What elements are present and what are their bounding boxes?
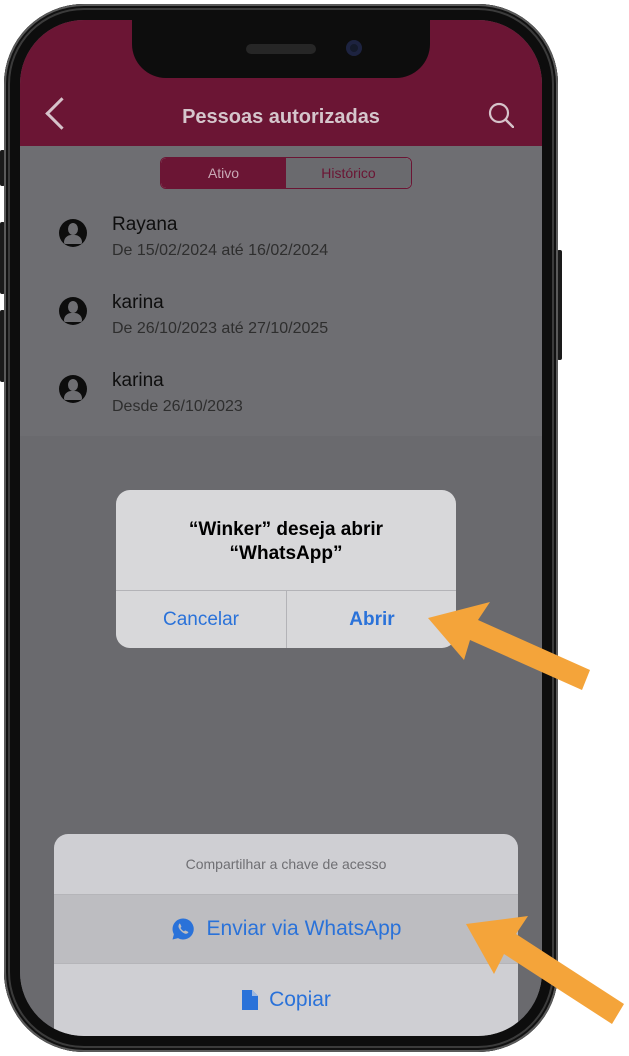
list-item[interactable]: karina Desde 26/10/2023 [20,356,542,432]
person-name: Rayana [112,214,178,235]
notch [132,20,430,78]
segmented-control: Ativo Histórico [160,157,412,189]
alert-title-line2: “WhatsApp” [229,543,343,564]
arrow-icon [428,602,590,690]
speaker [246,44,316,54]
access-period: Desde 26/10/2023 [112,398,243,415]
list-item[interactable]: karina De 26/10/2023 até 27/10/2025 [20,278,542,354]
sheet-title: Compartilhar a chave de acesso [185,856,387,872]
send-whatsapp-button[interactable]: Enviar via WhatsApp [54,895,518,963]
page-title: Pessoas autorizadas [182,106,380,128]
cancel-button[interactable]: Cancelar [116,591,286,648]
list-item[interactable]: Rayana De 15/02/2024 até 16/02/2024 [20,200,542,276]
authorized-people-list: Rayana De 15/02/2024 até 16/02/2024 kari… [20,200,542,436]
access-period: De 26/10/2023 até 27/10/2025 [112,320,329,337]
search-icon[interactable] [488,102,514,128]
nav-bar: Pessoas autorizadas [20,20,542,146]
front-camera [346,40,362,56]
access-period: De 15/02/2024 até 16/02/2024 [112,242,329,259]
whatsapp-icon [172,918,194,940]
share-action-sheet: Compartilhar a chave de acesso Enviar vi… [54,834,518,1036]
person-name: karina [112,292,164,313]
document-icon [242,990,259,1010]
person-circle-icon [60,220,86,246]
tab-active[interactable]: Ativo [161,158,286,188]
arrow-icon [466,916,624,1024]
phone-frame: Pessoas autorizadas Ativo Histórico Raya… [4,4,558,1052]
alert-title: “Winker” deseja abrir “WhatsApp” [116,518,456,566]
person-circle-icon [60,298,86,324]
copy-label: Copiar [269,988,331,1011]
copy-button[interactable]: Copiar [54,964,518,1036]
phone-screen: Pessoas autorizadas Ativo Histórico Raya… [20,20,542,1036]
person-name: karina [112,370,164,391]
alert-title-line1: “Winker” deseja abrir [188,519,384,540]
tab-history[interactable]: Histórico [286,158,411,188]
send-whatsapp-label: Enviar via WhatsApp [206,917,402,940]
person-circle-icon [60,376,86,402]
open-app-alert: “Winker” deseja abrir “WhatsApp” Cancela… [116,490,456,648]
